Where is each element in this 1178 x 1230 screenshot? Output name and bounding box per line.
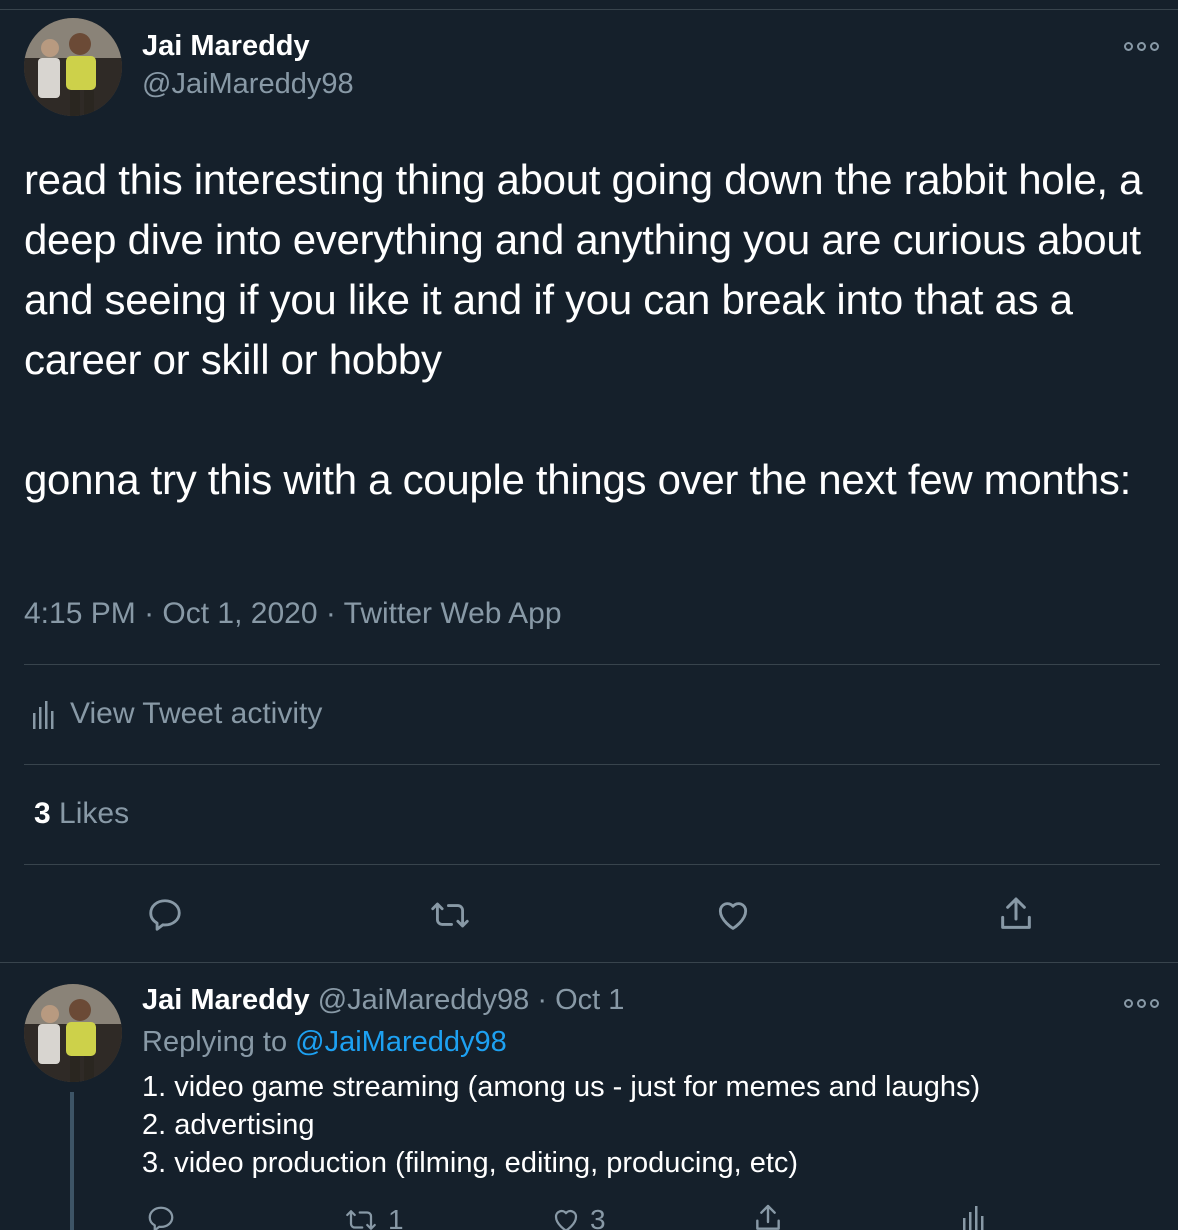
likes-count: 3	[34, 797, 51, 830]
retweet-icon	[346, 1210, 376, 1230]
divider	[24, 664, 1160, 665]
more-icon[interactable]	[1121, 36, 1161, 56]
reply-author-name[interactable]: Jai Mareddy	[142, 984, 310, 1016]
tweet-meta: 4:15 PM · Oct 1, 2020 · Twitter Web App	[24, 597, 562, 631]
like-button[interactable]	[713, 896, 753, 934]
like-count: 3	[590, 1204, 606, 1230]
replying-prefix: Replying to	[142, 1026, 288, 1058]
reply-button[interactable]	[146, 896, 184, 934]
avatar-photo	[24, 18, 122, 116]
meta-separator: ·	[325, 597, 336, 630]
top-divider	[0, 9, 1178, 10]
retweet-count: 1	[388, 1204, 404, 1230]
author-name[interactable]: Jai Mareddy	[142, 30, 310, 63]
likes-label: Likes	[59, 797, 130, 830]
view-tweet-activity-link[interactable]: View Tweet activity	[32, 697, 322, 731]
thread-connector	[70, 1092, 74, 1230]
analytics-icon	[33, 701, 54, 729]
reply-line: 2. advertising	[142, 1109, 315, 1141]
share-icon	[756, 1204, 780, 1230]
reply-avatar[interactable]	[24, 984, 122, 1082]
likes-stat[interactable]: 3 Likes	[34, 797, 129, 831]
meta-separator: ·	[144, 597, 155, 630]
reply-icon	[148, 1206, 174, 1230]
replying-to: Replying to @JaiMareddy98	[142, 1026, 507, 1059]
reply-author-handle[interactable]: @JaiMareddy98	[318, 984, 530, 1016]
reply-line: 3. video production (filming, editing, p…	[142, 1147, 799, 1179]
avatar-photo	[24, 984, 122, 1082]
share-icon	[1001, 897, 1031, 929]
tweet-paragraph: read this interesting thing about going …	[24, 156, 1143, 383]
reply-icon	[149, 899, 181, 931]
reply-reply-button[interactable]	[146, 1204, 176, 1230]
avatar[interactable]	[24, 18, 122, 116]
tweet-date[interactable]: Oct 1, 2020	[162, 597, 317, 630]
tweet-paragraph: gonna try this with a couple things over…	[24, 456, 1131, 503]
author-handle[interactable]: @JaiMareddy98	[142, 68, 354, 101]
like-icon	[554, 1209, 578, 1230]
view-tweet-activity-label: View Tweet activity	[70, 697, 323, 730]
reply-line: 1. video game streaming (among us - just…	[142, 1071, 981, 1103]
reply-analytics-button[interactable]	[962, 1204, 984, 1230]
reply-like-button[interactable]: 3	[550, 1204, 606, 1230]
divider	[24, 764, 1160, 765]
tweet-time[interactable]: 4:15 PM	[24, 597, 136, 630]
share-button[interactable]	[996, 894, 1036, 934]
like-icon	[718, 902, 748, 930]
reply-separator: ·	[537, 984, 548, 1016]
analytics-icon	[963, 1206, 984, 1230]
divider	[24, 864, 1160, 865]
replying-to-handle-link[interactable]: @JaiMareddy98	[295, 1026, 507, 1058]
reply-retweet-button[interactable]: 1	[342, 1204, 404, 1230]
reply-share-button[interactable]	[752, 1202, 784, 1230]
reply-text: 1. video game streaming (among us - just…	[142, 1068, 980, 1182]
tweet-source[interactable]: Twitter Web App	[344, 597, 562, 630]
retweet-icon	[431, 902, 469, 928]
retweet-button[interactable]	[428, 896, 472, 934]
reply-date[interactable]: Oct 1	[555, 984, 624, 1016]
more-icon[interactable]	[1121, 993, 1161, 1013]
reply-header: Jai Mareddy @JaiMareddy98 · Oct 1	[142, 984, 624, 1017]
tweet-text: read this interesting thing about going …	[24, 150, 1169, 510]
section-divider	[0, 962, 1178, 963]
